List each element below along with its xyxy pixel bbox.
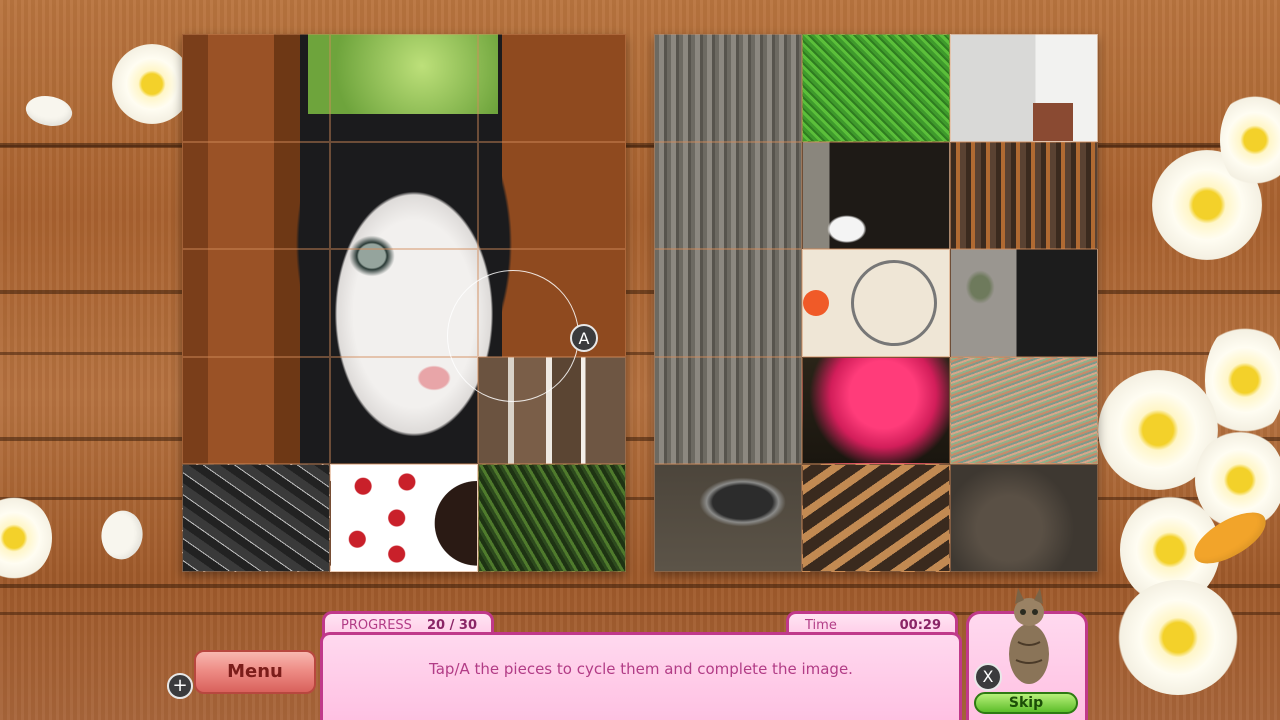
puzzle-tile-white-house[interactable] <box>950 34 1098 142</box>
petal-decoration <box>91 504 153 566</box>
puzzle-tile[interactable] <box>330 249 478 357</box>
puzzle-tile[interactable] <box>330 356 478 465</box>
cat-mascot-icon <box>1009 588 1049 684</box>
plus-button-icon[interactable]: + <box>167 673 193 699</box>
puzzle-tile-pink-flower[interactable] <box>802 356 950 465</box>
a-button-icon: A <box>570 324 598 352</box>
puzzle-tile-dirt-ground[interactable] <box>950 464 1098 572</box>
skip-button[interactable]: Skip <box>974 692 1078 714</box>
puzzle-tile[interactable] <box>478 141 626 250</box>
x-button-icon: X <box>974 663 1002 691</box>
flower-decoration <box>1118 580 1238 695</box>
puzzle-tile-broken-glass[interactable] <box>182 464 330 572</box>
puzzle-tile-red-berries[interactable] <box>330 464 478 572</box>
flower-decoration <box>112 44 192 124</box>
puzzle-tile[interactable] <box>330 34 478 142</box>
puzzle-tile[interactable] <box>478 34 626 142</box>
puzzle-tile-grey-wood[interactable] <box>654 141 802 250</box>
puzzle-tile-cat-peek[interactable] <box>950 249 1098 357</box>
puzzle-tile-icicles[interactable] <box>478 356 626 465</box>
puzzle-tile-thread-spool[interactable] <box>950 356 1098 465</box>
puzzle-tile[interactable] <box>182 141 330 250</box>
puzzle-tile-cat-paw-ground[interactable] <box>654 464 802 572</box>
puzzle-tile-crochet-hooks[interactable] <box>802 464 950 572</box>
puzzle-tile[interactable] <box>182 356 330 465</box>
left-puzzle-board <box>182 34 626 572</box>
puzzle-tile-green-grass[interactable] <box>802 34 950 142</box>
wood-seam <box>0 612 1280 615</box>
puzzle-tile[interactable] <box>330 141 478 250</box>
menu-button[interactable]: Menu <box>194 650 316 694</box>
puzzle-tile-grey-wood[interactable] <box>654 356 802 465</box>
puzzle-tile-broken-wood[interactable] <box>950 141 1098 250</box>
puzzle-tile[interactable] <box>182 34 330 142</box>
puzzle-tile-grey-wood[interactable] <box>654 34 802 142</box>
petal-decoration <box>22 89 76 133</box>
puzzle-tile-bicycle[interactable] <box>802 249 950 357</box>
puzzle-tile-grey-wood[interactable] <box>654 249 802 357</box>
hint-text: Tap/A the pieces to cycle them and compl… <box>429 660 853 678</box>
right-puzzle-board <box>654 34 1098 572</box>
puzzle-tile-paw-dark[interactable] <box>802 141 950 250</box>
flower-decoration <box>0 496 52 580</box>
puzzle-tile[interactable] <box>182 249 330 357</box>
puzzle-tile-pine-beads[interactable] <box>478 464 626 572</box>
puzzle-tile[interactable] <box>478 249 626 357</box>
